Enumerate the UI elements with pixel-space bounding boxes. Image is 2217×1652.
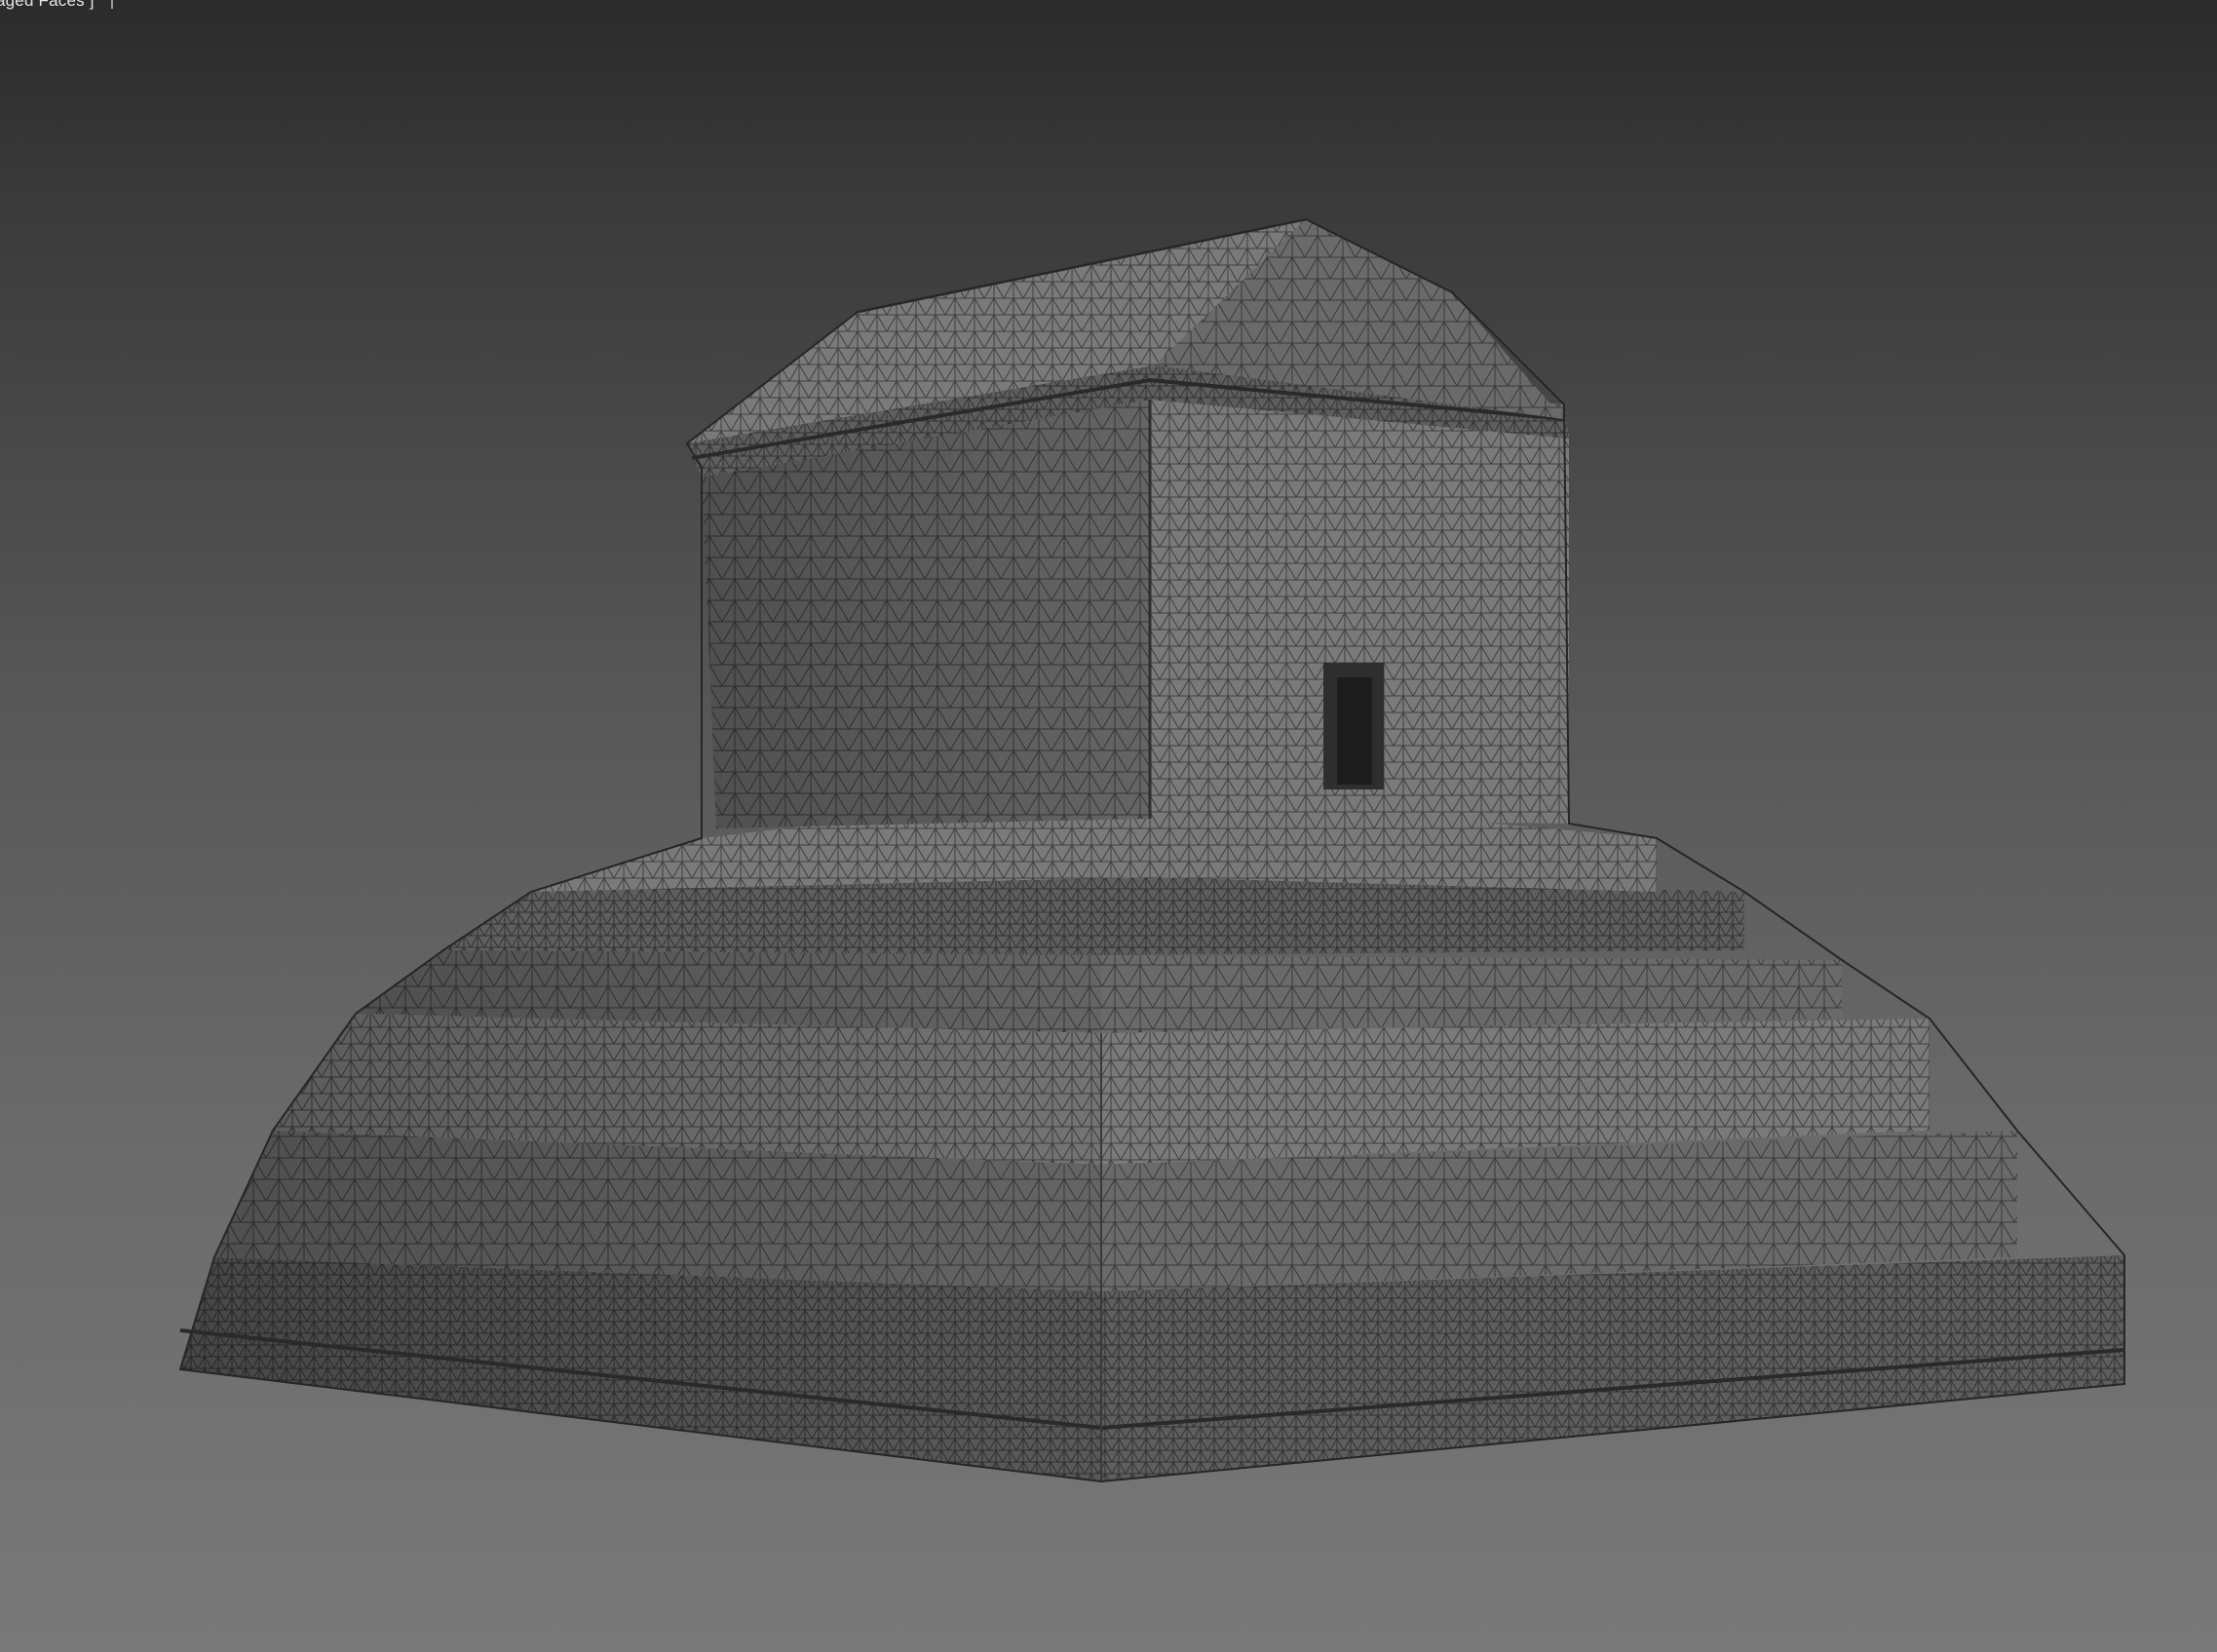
mesh-object-icon[interactable]	[0, 0, 2217, 1652]
tomb-chamber	[702, 395, 1569, 828]
perspective-viewport[interactable]: aged Faces ]	[0, 0, 2217, 1652]
